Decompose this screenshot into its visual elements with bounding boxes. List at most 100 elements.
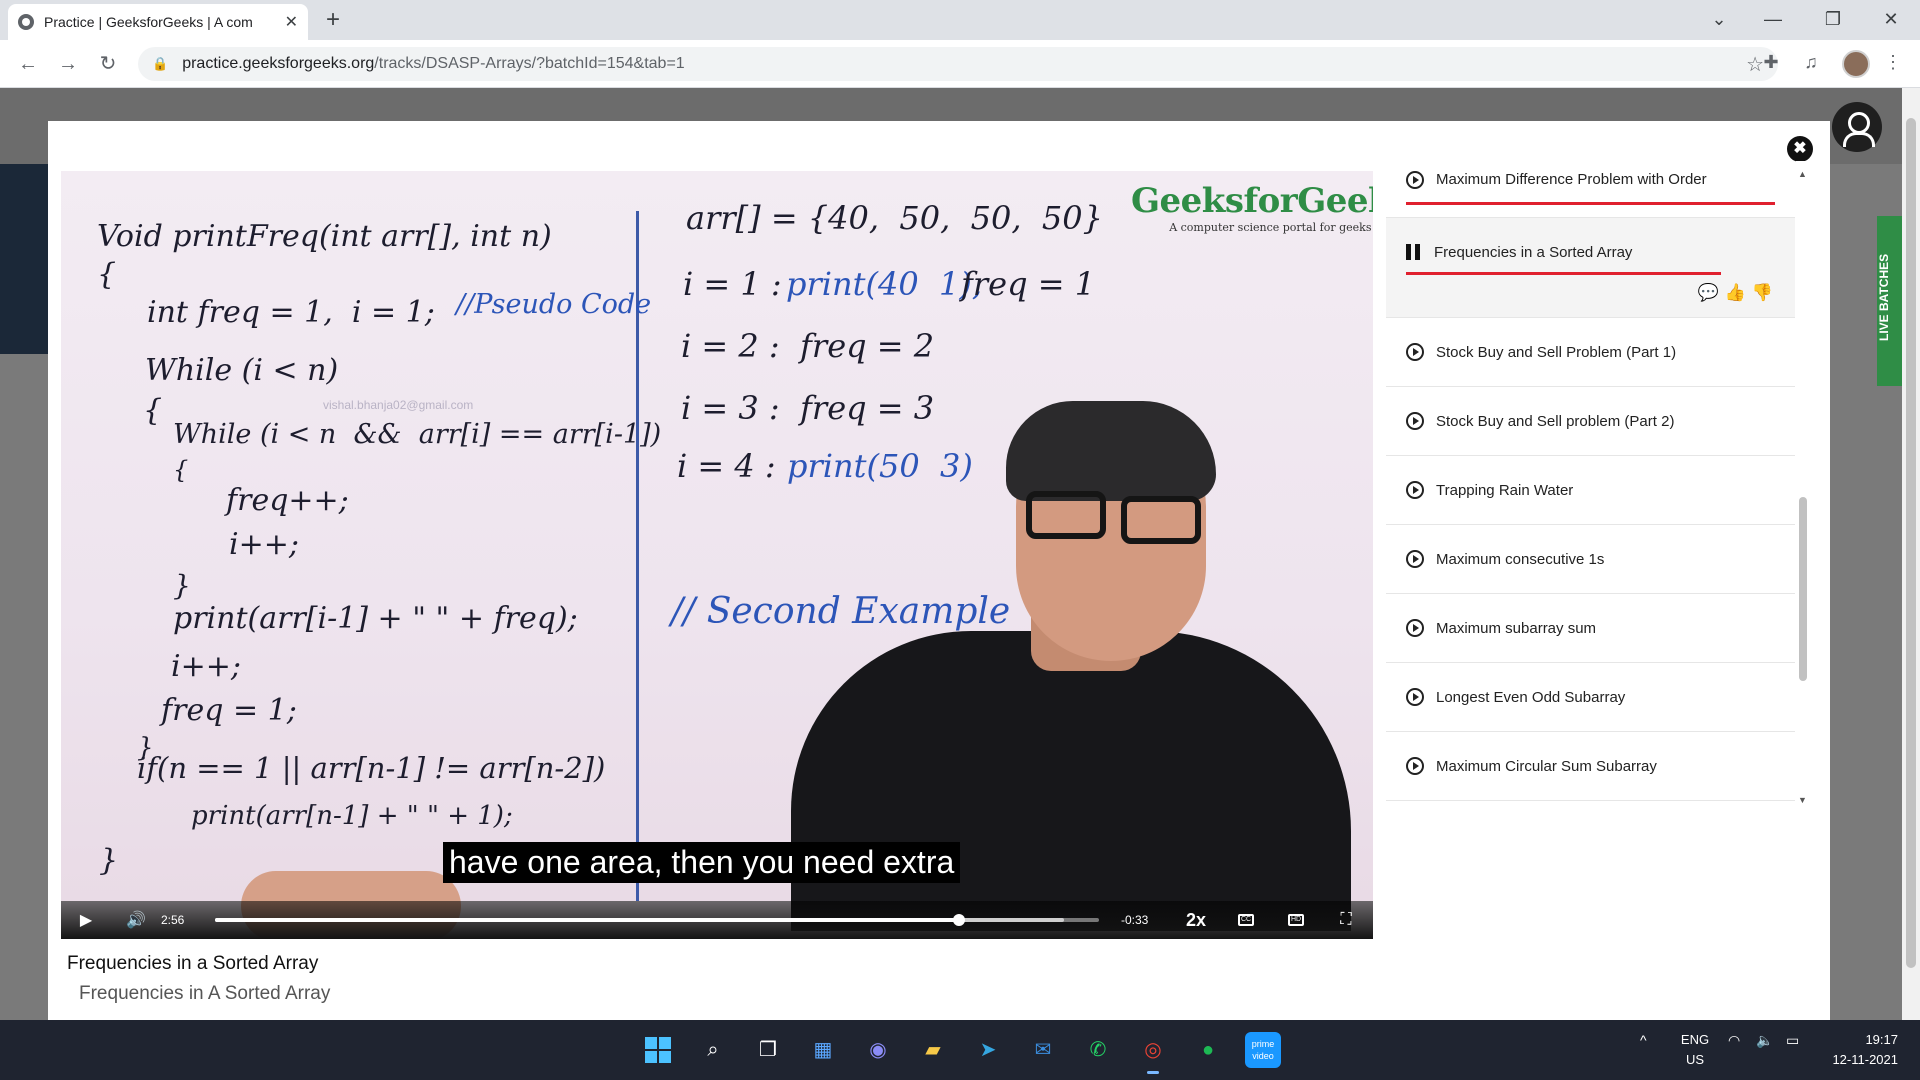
playlist-item-label: Longest Even Odd Subarray [1436,688,1626,706]
tray-overflow-icon[interactable]: ^ [1640,1032,1647,1048]
user-avatar-icon[interactable] [1832,102,1882,152]
playlist-item[interactable]: Maximum subarray sum [1386,594,1795,663]
playlist-item[interactable]: Maximum consecutive 1s [1386,525,1795,594]
thumbs-up-icon[interactable]: 👍 [1725,283,1746,303]
playlist-item[interactable]: Stock Buy and Sell problem (Part 2) [1386,387,1795,456]
playlist-scroll-thumb[interactable] [1799,497,1807,681]
menu-kebab-icon[interactable]: ⋮ [1880,52,1906,73]
captions-icon[interactable]: CC [1238,914,1254,926]
spotify-icon[interactable]: ● [1190,1032,1226,1068]
playlist-item[interactable]: Maximum Difference Problem with Order [1386,161,1795,218]
playlist-scrollbar[interactable]: ▲ ▼ [1796,161,1810,811]
page-scrollbar[interactable] [1902,88,1920,1020]
code-line: int freq = 1, i = 1; [147,295,435,330]
gfg-logo: GeeksforGeeks A computer science portal … [1131,181,1373,234]
new-tab-button[interactable]: + [318,6,348,36]
watched-progress-bar [1406,202,1775,205]
play-icon[interactable]: ▶ [61,910,111,930]
playlist-item[interactable]: Longest Even Odd Subarray [1386,663,1795,732]
code-line: i++; [171,649,241,684]
code-line: { [173,456,189,484]
tab-title: Practice | GeeksforGeeks | A com [44,14,253,30]
scrollbar-thumb[interactable] [1906,118,1916,968]
play-circle-icon [1406,343,1424,361]
address-bar[interactable]: 🔒 practice.geeksforgeeks.org/tracks/DSAS… [138,47,1778,81]
tab-close-icon[interactable]: ✕ [285,12,298,32]
code-line: freq++; [226,483,349,518]
array-definition: arr[] = {40, 50, 50, 50} [686,199,1103,237]
whatsapp-icon[interactable]: ✆ [1080,1032,1116,1068]
hd-quality-icon[interactable]: HD [1288,914,1304,926]
modal-close-icon[interactable]: ✖ [1787,136,1813,162]
video-player[interactable]: Void printFreq(int arr[], int n) { int f… [61,171,1373,939]
browser-toolbar: ← → ↻ 🔒 practice.geeksforgeeks.org/track… [0,40,1920,88]
code-line: if(n == 1 || arr[n-1] != arr[n-2]) [137,751,606,785]
prime-video-icon[interactable]: prime video [1245,1032,1281,1068]
minimize-button[interactable]: — [1750,4,1796,34]
restore-button[interactable]: ❐ [1810,4,1856,34]
lang-code: ENG [1680,1032,1710,1047]
playback-speed-button[interactable]: 2x [1171,910,1221,931]
extensions-icon[interactable]: ✚ [1758,52,1784,73]
scroll-up-arrow-icon[interactable]: ▲ [1798,169,1807,179]
logo-name: GeeksforGeeks [1131,181,1373,221]
mail-icon[interactable]: ✉ [1025,1032,1061,1068]
playlist-item-active[interactable]: Frequencies in a Sorted Array 💬 👍 👎 [1386,218,1795,318]
speaker-icon[interactable]: 🔈 [1756,1032,1773,1049]
code-line: { [97,257,117,292]
system-clock[interactable]: 19:17 12-11-2021 [1828,1030,1898,1070]
globe-icon [18,14,34,30]
presenter-hair [1006,401,1216,501]
seek-bar[interactable] [215,914,1099,926]
file-explorer-icon[interactable]: ▰ [915,1032,951,1068]
playlist-item-label: Frequencies in a Sorted Array [1434,244,1633,261]
url-path: /tracks/DSASP-Arrays/?batchId=154&tab=1 [374,55,685,72]
comment-icon[interactable]: 💬 [1697,283,1718,303]
reload-button[interactable]: ↻ [94,50,122,78]
logo-tagline: A computer science portal for geeks [1169,221,1372,234]
live-batches-tab[interactable]: LIVE BATCHES [1877,216,1902,386]
fullscreen-icon[interactable]: ⛶ [1321,911,1371,929]
presenter [241,361,1373,939]
language-indicator[interactable]: ENG US [1677,1030,1713,1070]
playlist-item[interactable]: Stock Buy and Sell Problem (Part 1) [1386,318,1795,387]
playlist-item-label: Trapping Rain Water [1436,481,1574,499]
play-circle-icon [1406,171,1424,189]
play-circle-icon [1406,757,1424,775]
code-line: While (i < n && arr[i] == arr[i-1]) [173,419,662,450]
chat-icon[interactable]: ◉ [860,1032,896,1068]
presenter-body [791,631,1351,931]
forward-button[interactable]: → [54,50,82,78]
widgets-icon[interactable]: ▦ [805,1032,841,1068]
close-window-button[interactable]: ✕ [1868,4,1914,34]
task-view-icon[interactable]: ❐ [750,1032,786,1068]
playlist-item[interactable]: Maximum Circular Sum Subarray [1386,732,1795,801]
current-progress-bar [1406,272,1721,275]
playlist-item-label: Maximum Circular Sum Subarray [1436,757,1657,775]
video-title: Frequencies in a Sorted Array [67,953,319,974]
media-control-icon[interactable]: ♫ [1798,52,1824,73]
search-icon[interactable]: ⌕ [695,1032,731,1068]
played-bar [215,918,960,922]
start-icon[interactable] [640,1032,676,1068]
volume-icon[interactable]: 🔊 [111,910,161,930]
trace-print: print(40 1), [786,265,983,303]
chrome-icon[interactable]: ◎ [1135,1032,1171,1074]
thumbs-down-icon[interactable]: 👎 [1752,283,1773,303]
browser-tab[interactable]: Practice | GeeksforGeeks | A com ✕ [8,4,308,40]
telegram-icon[interactable]: ➤ [970,1032,1006,1068]
battery-icon[interactable]: ▭ [1786,1032,1799,1049]
url-text: practice.geeksforgeeks.org/tracks/DSASP-… [182,55,685,73]
play-circle-icon [1406,412,1424,430]
seek-handle[interactable] [953,914,966,926]
scroll-down-arrow-icon[interactable]: ▼ [1798,795,1807,805]
playlist-item[interactable]: Trapping Rain Water [1386,456,1795,525]
remaining-time: -0:33 [1121,913,1149,927]
trace-freq: freq = 1 [961,265,1096,303]
back-button[interactable]: ← [14,50,42,78]
profile-avatar[interactable] [1842,50,1870,78]
playlist-item-label: Stock Buy and Sell Problem (Part 1) [1436,343,1677,361]
wifi-icon[interactable]: ◠ [1728,1032,1740,1049]
tab-search-icon[interactable]: ⌄ [1696,4,1742,34]
url-domain: practice.geeksforgeeks.org [182,55,375,72]
